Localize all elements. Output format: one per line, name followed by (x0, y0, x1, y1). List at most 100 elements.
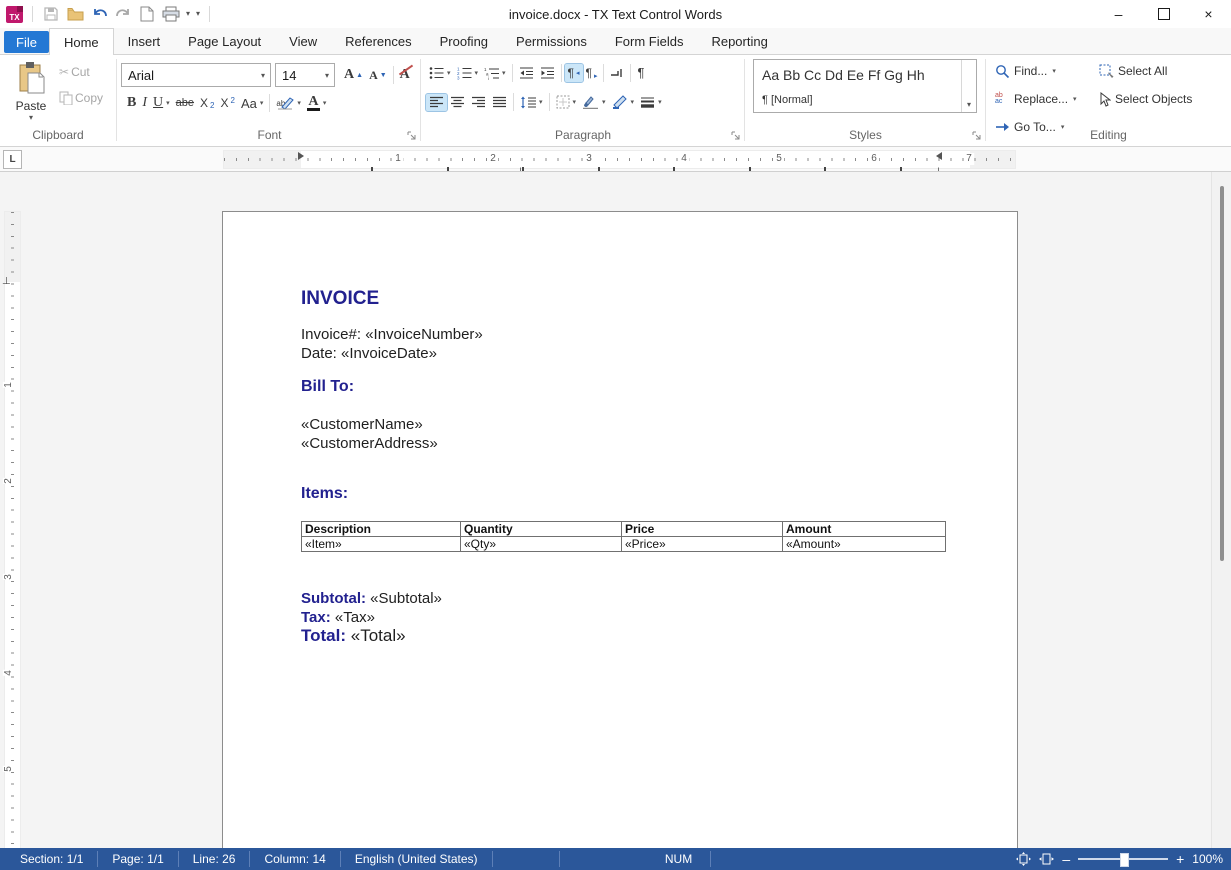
chevron-down-icon: ▾ (166, 99, 170, 107)
close-button[interactable]: × (1186, 0, 1231, 28)
zoom-out-button[interactable]: – (1062, 852, 1070, 866)
paste-dropdown-icon[interactable]: ▾ (8, 114, 54, 122)
document-page[interactable]: INVOICE Invoice#: «InvoiceNumber» Date: … (222, 211, 1018, 849)
font-family-select[interactable]: Arial ▾ (121, 63, 271, 87)
strikethrough-button[interactable]: abe (173, 95, 197, 111)
tab-references[interactable]: References (331, 29, 425, 54)
decrease-indent-button[interactable] (516, 64, 537, 82)
horizontal-ruler[interactable]: 1 2 3 4 5 6 7 (223, 150, 1016, 169)
increase-indent-button[interactable] (537, 64, 558, 82)
ribbon: Paste ▾ ✂ Cut Copy Clipboard (0, 55, 1231, 147)
line-spacing-icon (520, 96, 536, 109)
save-icon[interactable] (42, 5, 60, 23)
vertical-ruler[interactable]: 1 2 3 4 5 (4, 211, 21, 849)
underline-button[interactable]: U▾ (150, 93, 173, 113)
separator (710, 851, 711, 867)
status-section[interactable]: Section: 1/1 (6, 848, 97, 870)
align-center-button[interactable] (447, 94, 468, 111)
print-icon[interactable] (162, 5, 180, 23)
font-size-select[interactable]: 14 ▾ (275, 63, 335, 87)
numbered-list-button[interactable]: 123 ▾ (454, 64, 482, 82)
font-color-button[interactable]: A ▾ (304, 94, 330, 113)
select-all-button[interactable]: Select All (1096, 58, 1195, 84)
text-break-button[interactable] (607, 65, 627, 81)
copy-button[interactable]: Copy (56, 89, 106, 107)
qat-customize-icon[interactable]: ▾ (196, 10, 200, 18)
chevron-down-icon: ▾ (1073, 95, 1077, 103)
undo-icon[interactable] (90, 5, 108, 23)
tab-form-fields[interactable]: Form Fields (601, 29, 698, 54)
tab-view[interactable]: View (275, 29, 331, 54)
borders-button[interactable]: ▾ (553, 93, 580, 111)
grow-font-button[interactable]: A▲ (341, 65, 366, 85)
zoom-slider[interactable] (1078, 858, 1168, 860)
subscript-icon: X (200, 96, 208, 110)
status-column[interactable]: Column: 14 (250, 848, 339, 870)
tab-reporting[interactable]: Reporting (697, 29, 781, 54)
rtl-paragraph-button[interactable]: ¶▸ (583, 64, 601, 82)
zoom-slider-thumb[interactable] (1120, 853, 1129, 867)
tab-insert[interactable]: Insert (114, 29, 175, 54)
top-margin-marker[interactable]: ⊥ (2, 276, 11, 287)
status-num-lock[interactable]: NUM (648, 848, 710, 870)
border-color-button[interactable]: ▾ (609, 93, 638, 111)
status-language[interactable]: English (United States) (341, 848, 492, 870)
doc-items-table[interactable]: Description Quantity Price Amount «Item»… (301, 521, 946, 552)
replace-button[interactable]: ab ac Replace... ▾ (992, 86, 1080, 112)
zoom-in-button[interactable]: + (1176, 852, 1184, 866)
replace-icon: ab ac (995, 93, 1010, 105)
line-width-button[interactable]: ▾ (637, 94, 665, 111)
style-gallery[interactable]: Aa Bb Cc Dd Ee Ff Gg Hh ¶ [Normal] ▾ (753, 59, 977, 113)
style-gallery-more-button[interactable]: ▾ (961, 60, 976, 112)
scrollbar-thumb[interactable] (1220, 186, 1224, 561)
open-icon[interactable] (66, 5, 84, 23)
change-case-button[interactable]: Aa▾ (238, 94, 266, 113)
vertical-scrollbar[interactable] (1211, 172, 1231, 849)
italic-button[interactable]: I (139, 93, 150, 113)
minimize-button[interactable]: – (1096, 0, 1141, 28)
total-label: Total: (301, 626, 346, 645)
bullet-list-button[interactable]: ▾ (426, 64, 454, 82)
group-editing: Find... ▾ ab ac Replace... ▾ Go To... ▾ (986, 55, 1231, 145)
cut-button[interactable]: ✂ Cut (56, 63, 106, 81)
formatting-marks-button[interactable]: ¶ (634, 63, 647, 82)
tab-file[interactable]: File (4, 31, 49, 53)
fit-page-icon[interactable] (1016, 852, 1031, 866)
subscript-button[interactable]: X2 (197, 94, 217, 112)
multilevel-list-button[interactable]: 1ai ▾ (481, 64, 509, 82)
clear-formatting-button[interactable]: A (397, 65, 413, 85)
tab-proofing[interactable]: Proofing (426, 29, 502, 54)
right-indent-marker[interactable] (936, 152, 942, 160)
tab-home[interactable]: Home (49, 28, 114, 55)
tx-logo[interactable]: TX (6, 6, 23, 23)
redo-icon[interactable] (114, 5, 132, 23)
tab-permissions[interactable]: Permissions (502, 29, 601, 54)
find-button[interactable]: Find... ▾ (992, 58, 1080, 84)
document-area[interactable]: 1 2 3 4 5 ⊥ INVOICE Invoice#: «InvoiceNu… (0, 171, 1231, 849)
status-page[interactable]: Page: 1/1 (98, 848, 177, 870)
ltr-paragraph-button[interactable]: ¶◂ (565, 64, 583, 82)
shrink-font-button[interactable]: A▼ (366, 66, 390, 85)
styles-dialog-launcher[interactable] (972, 131, 982, 141)
align-right-button[interactable] (468, 94, 489, 111)
select-objects-button[interactable]: Select Objects (1096, 86, 1195, 112)
print-dropdown-icon[interactable]: ▾ (186, 10, 190, 18)
superscript-button[interactable]: X2 (217, 94, 237, 112)
bold-button[interactable]: B (124, 93, 139, 113)
justify-button[interactable] (489, 94, 510, 111)
align-left-button[interactable] (426, 94, 447, 111)
status-line[interactable]: Line: 26 (179, 848, 250, 870)
fit-width-icon[interactable] (1039, 852, 1054, 866)
line-spacing-button[interactable]: ▾ (517, 94, 546, 111)
tab-type-selector[interactable]: L (3, 150, 22, 169)
new-document-icon[interactable] (138, 5, 156, 23)
paragraph-dialog-launcher[interactable] (731, 131, 741, 141)
font-dialog-launcher[interactable] (407, 131, 417, 141)
subtotal-value: «Subtotal» (370, 590, 442, 607)
maximize-button[interactable] (1141, 0, 1186, 28)
first-line-indent-marker[interactable] (298, 152, 304, 160)
text-highlight-button[interactable]: ab ▾ (273, 94, 304, 112)
shading-button[interactable]: ▾ (579, 93, 609, 111)
tab-page-layout[interactable]: Page Layout (174, 29, 275, 54)
paste-button[interactable]: Paste ▾ (8, 61, 54, 133)
